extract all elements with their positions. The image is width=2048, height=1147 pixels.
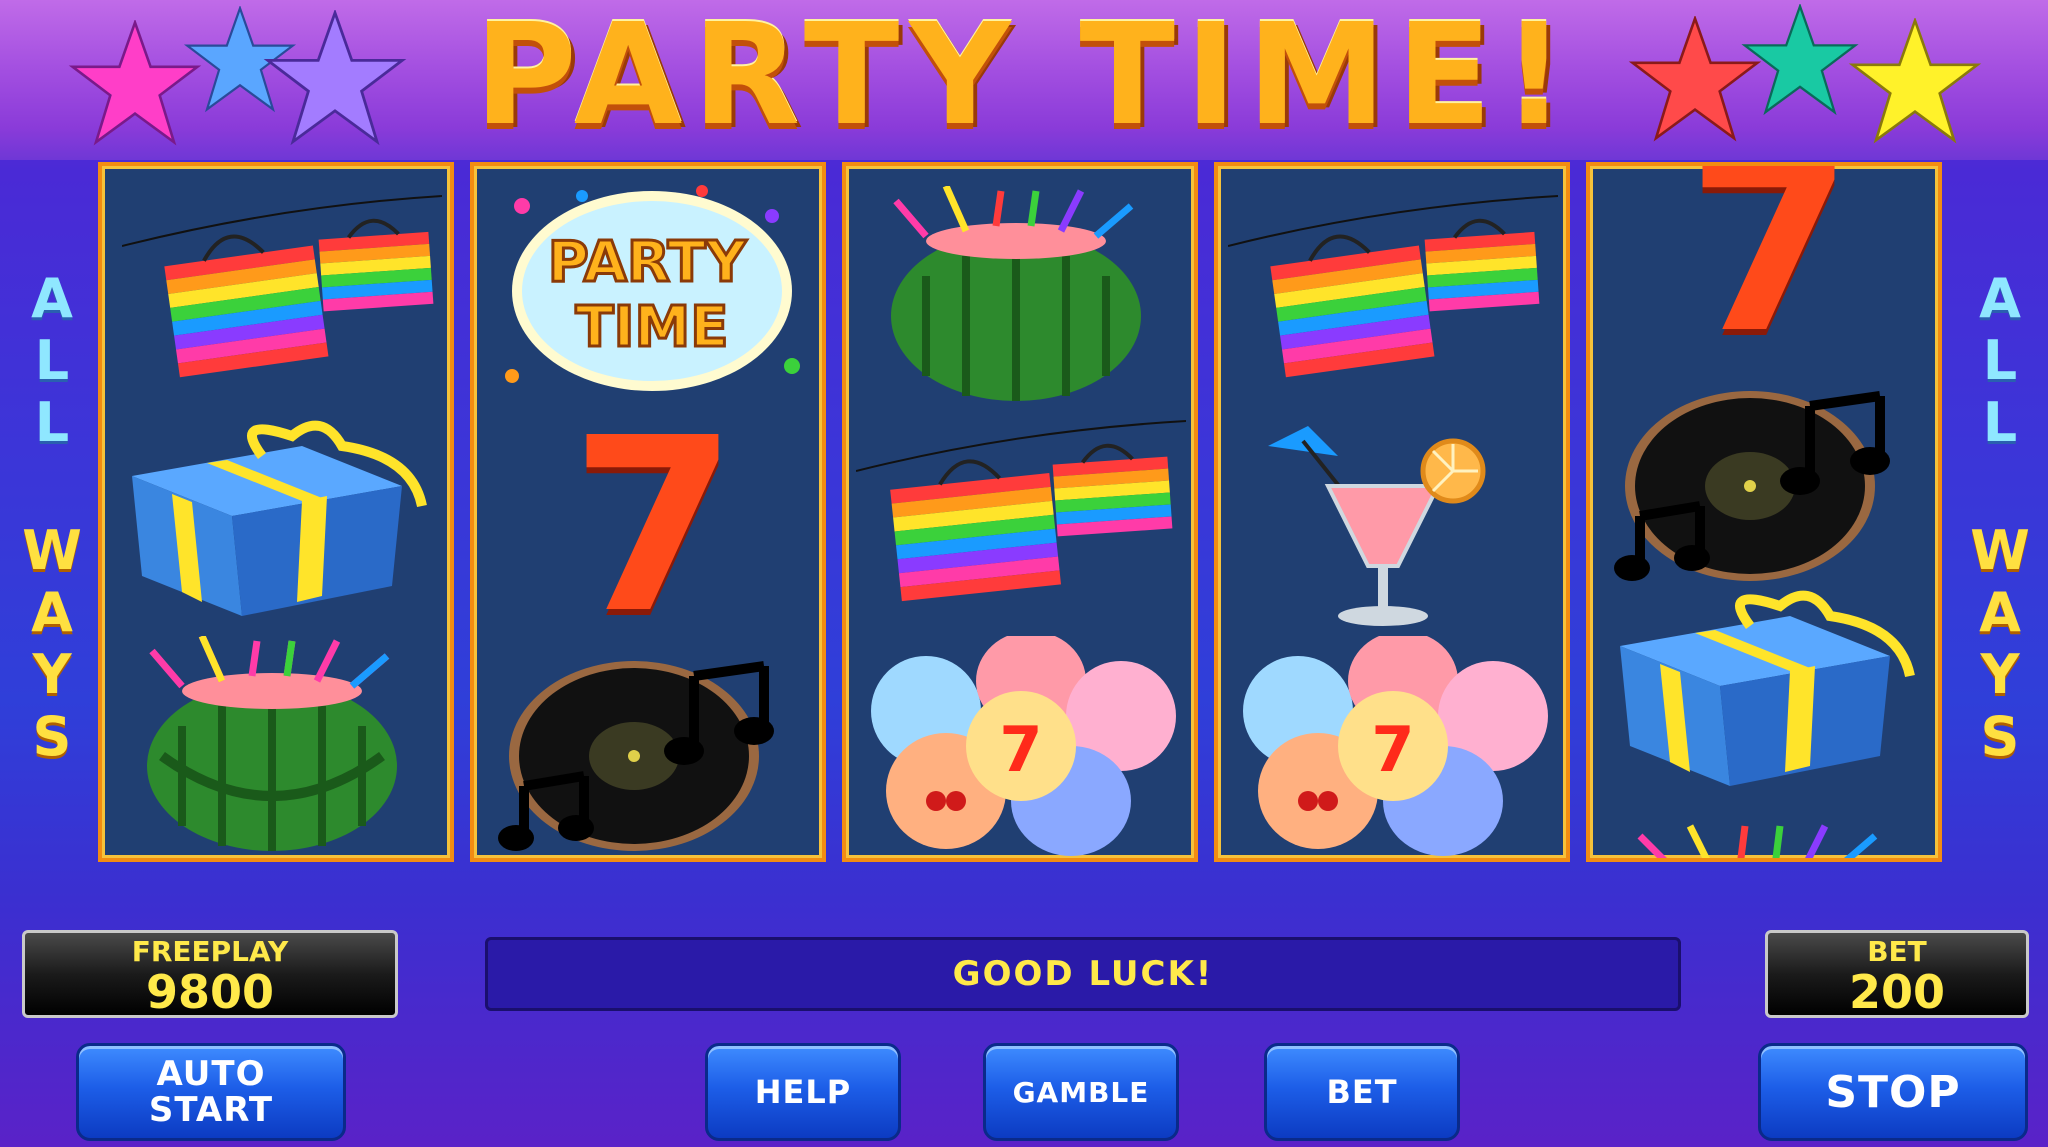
reel-3: 7 <box>842 162 1198 862</box>
reel-4: 7 <box>1214 162 1570 862</box>
bet-label: BET <box>1867 935 1927 968</box>
auto-start-button[interactable]: AUTO START <box>76 1043 346 1141</box>
freeplay-counter: FREEPLAY 9800 <box>22 930 398 1018</box>
watermelon-drink-icon <box>147 636 397 851</box>
gift-box-icon <box>1620 590 1915 786</box>
lanterns-icon <box>856 420 1186 602</box>
help-button[interactable]: HELP <box>705 1043 901 1141</box>
game-title: PARTY TIME! <box>474 0 1576 157</box>
balloons-icon: 7 <box>1243 636 1548 856</box>
gift-box-icon <box>132 420 427 616</box>
drink-straws-icon <box>1637 824 1878 858</box>
star-icon <box>263 10 407 146</box>
logo-line1: PARTY <box>548 230 748 295</box>
reel-2: PARTY TIME 7 <box>470 162 826 862</box>
balloons-icon: 7 <box>871 636 1176 856</box>
balloon-seven-label: 7 <box>999 713 1042 786</box>
logo-line2: TIME <box>575 295 728 360</box>
seven-icon: 7 <box>1686 162 1854 386</box>
header-banner: PARTY TIME! <box>0 0 2048 160</box>
lanterns-icon <box>122 195 442 378</box>
freeplay-value: 9800 <box>145 965 275 1019</box>
gamble-button[interactable]: GAMBLE <box>983 1043 1179 1141</box>
side-label-right-top: ALL <box>1979 267 2021 454</box>
star-icon <box>1848 18 1982 144</box>
lanterns-icon <box>1228 195 1558 378</box>
reel-1 <box>98 162 454 862</box>
watermelon-drink-icon <box>891 186 1141 401</box>
seven-icon: 7 <box>570 386 738 666</box>
freeplay-label: FREEPLAY <box>131 935 289 968</box>
reels-area: PARTY TIME 7 7 7 7 <box>98 162 1956 868</box>
bet-button[interactable]: BET <box>1264 1043 1460 1141</box>
vinyl-record-icon <box>1614 391 1890 581</box>
party-time-logo-icon: PARTY TIME <box>505 185 800 391</box>
vinyl-record-icon <box>498 661 774 851</box>
auto-start-label-line1: AUTO <box>156 1054 266 1094</box>
stop-button[interactable]: STOP <box>1758 1043 2028 1141</box>
side-label-left-bottom: WAYS <box>22 519 82 768</box>
reel-5: 7 <box>1586 162 1942 862</box>
side-label-left-top: ALL <box>31 267 73 454</box>
status-message: GOOD LUCK! <box>485 937 1681 1011</box>
bet-counter: BET 200 <box>1765 930 2029 1018</box>
cocktail-icon <box>1268 426 1486 626</box>
bet-value: 200 <box>1848 965 1946 1019</box>
auto-start-label-line2: START <box>148 1090 274 1130</box>
side-label-right-bottom: WAYS <box>1970 519 2030 768</box>
balloon-seven-label: 7 <box>1371 713 1414 786</box>
